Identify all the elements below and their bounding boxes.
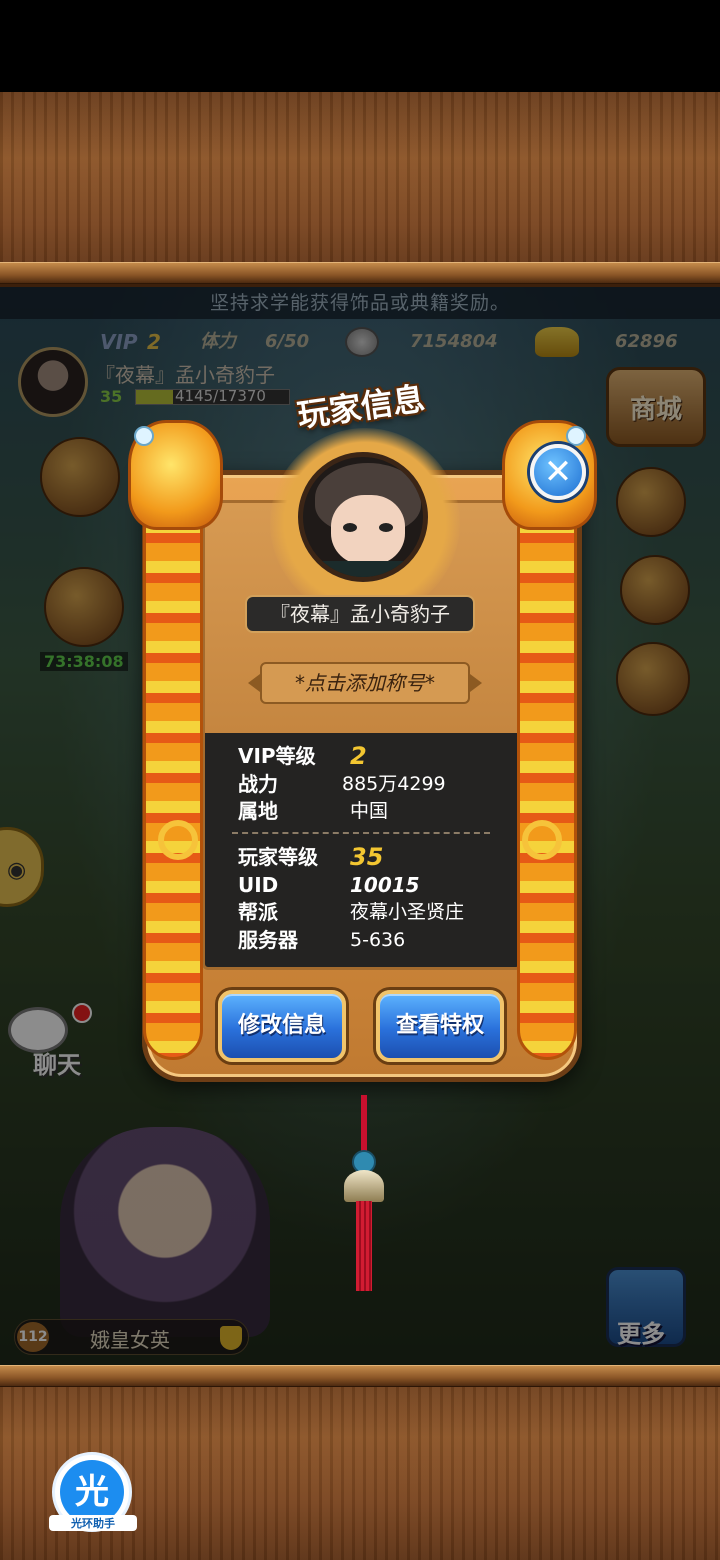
dragon-scroll: [158, 820, 198, 860]
helper-name: 光环助手: [49, 1515, 137, 1531]
player-name-plate: 『夜幕』孟小奇豹子: [245, 595, 475, 633]
player-avatar[interactable]: [298, 452, 428, 582]
tassel-fringe: [356, 1201, 372, 1291]
info-row-vip: VIP等级 2: [238, 742, 488, 770]
info-label: 玩家等级: [238, 845, 318, 869]
avatar-eye: [343, 523, 357, 532]
dragon-pom: [134, 426, 154, 446]
dragon-body: [143, 500, 203, 1060]
edit-info-button[interactable]: 修改信息: [218, 990, 346, 1062]
info-row-region: 属地 中国: [238, 797, 488, 825]
arrow-right-icon: [470, 674, 482, 692]
info-row-guild: 帮派 夜幕小圣贤庄: [238, 898, 488, 926]
info-label: VIP等级: [238, 744, 316, 768]
dragon-right-decoration: [492, 420, 602, 1080]
add-title-label: *点击添加称号*: [295, 671, 435, 695]
info-label: 帮派: [238, 900, 278, 924]
view-privilege-button[interactable]: 查看特权: [376, 990, 504, 1062]
dialog-title: 玩家信息: [294, 379, 428, 435]
info-value: 2: [350, 742, 367, 770]
info-label: 属地: [238, 799, 278, 823]
info-value: 5-636: [350, 929, 406, 951]
dragon-pom: [566, 426, 586, 446]
arrow-left-icon: [248, 674, 260, 692]
info-row-power: 战力 885万4299: [238, 770, 488, 798]
dragon-body: [517, 500, 577, 1060]
info-label: 战力: [238, 772, 278, 796]
info-value: 885万4299: [342, 773, 446, 795]
add-title-button[interactable]: *点击添加称号*: [248, 662, 482, 704]
info-label: 服务器: [238, 928, 298, 952]
info-value: 35: [350, 843, 384, 871]
tassel-cord: [361, 1095, 367, 1155]
tassel-bell: [344, 1170, 384, 1202]
dragon-left-decoration: [118, 420, 228, 1080]
helper-glyph: 光: [75, 1472, 109, 1512]
info-value: 中国: [350, 800, 389, 822]
info-row-server: 服务器 5-636: [238, 926, 488, 954]
helper-app-icon[interactable]: 光 光环助手: [49, 1452, 137, 1532]
player-info-dialog: 玩家信息 ✕ 『夜幕』孟小奇豹子 *点击添加称号* VIP等级 2 战力 885…: [0, 0, 720, 1560]
dragon-scroll: [522, 820, 562, 860]
info-divider: [232, 832, 490, 834]
close-icon: ✕: [543, 452, 573, 492]
info-value: 10015: [350, 873, 420, 897]
close-button[interactable]: ✕: [530, 444, 586, 500]
tassel-decoration: [344, 1095, 384, 1295]
info-value: 夜幕小圣贤庄: [350, 901, 465, 923]
info-row-player-level: 玩家等级 35: [238, 843, 488, 871]
info-row-uid: UID 10015: [238, 871, 488, 899]
info-label: UID: [238, 873, 279, 897]
avatar-face: [331, 495, 405, 565]
avatar-eye: [379, 523, 393, 532]
